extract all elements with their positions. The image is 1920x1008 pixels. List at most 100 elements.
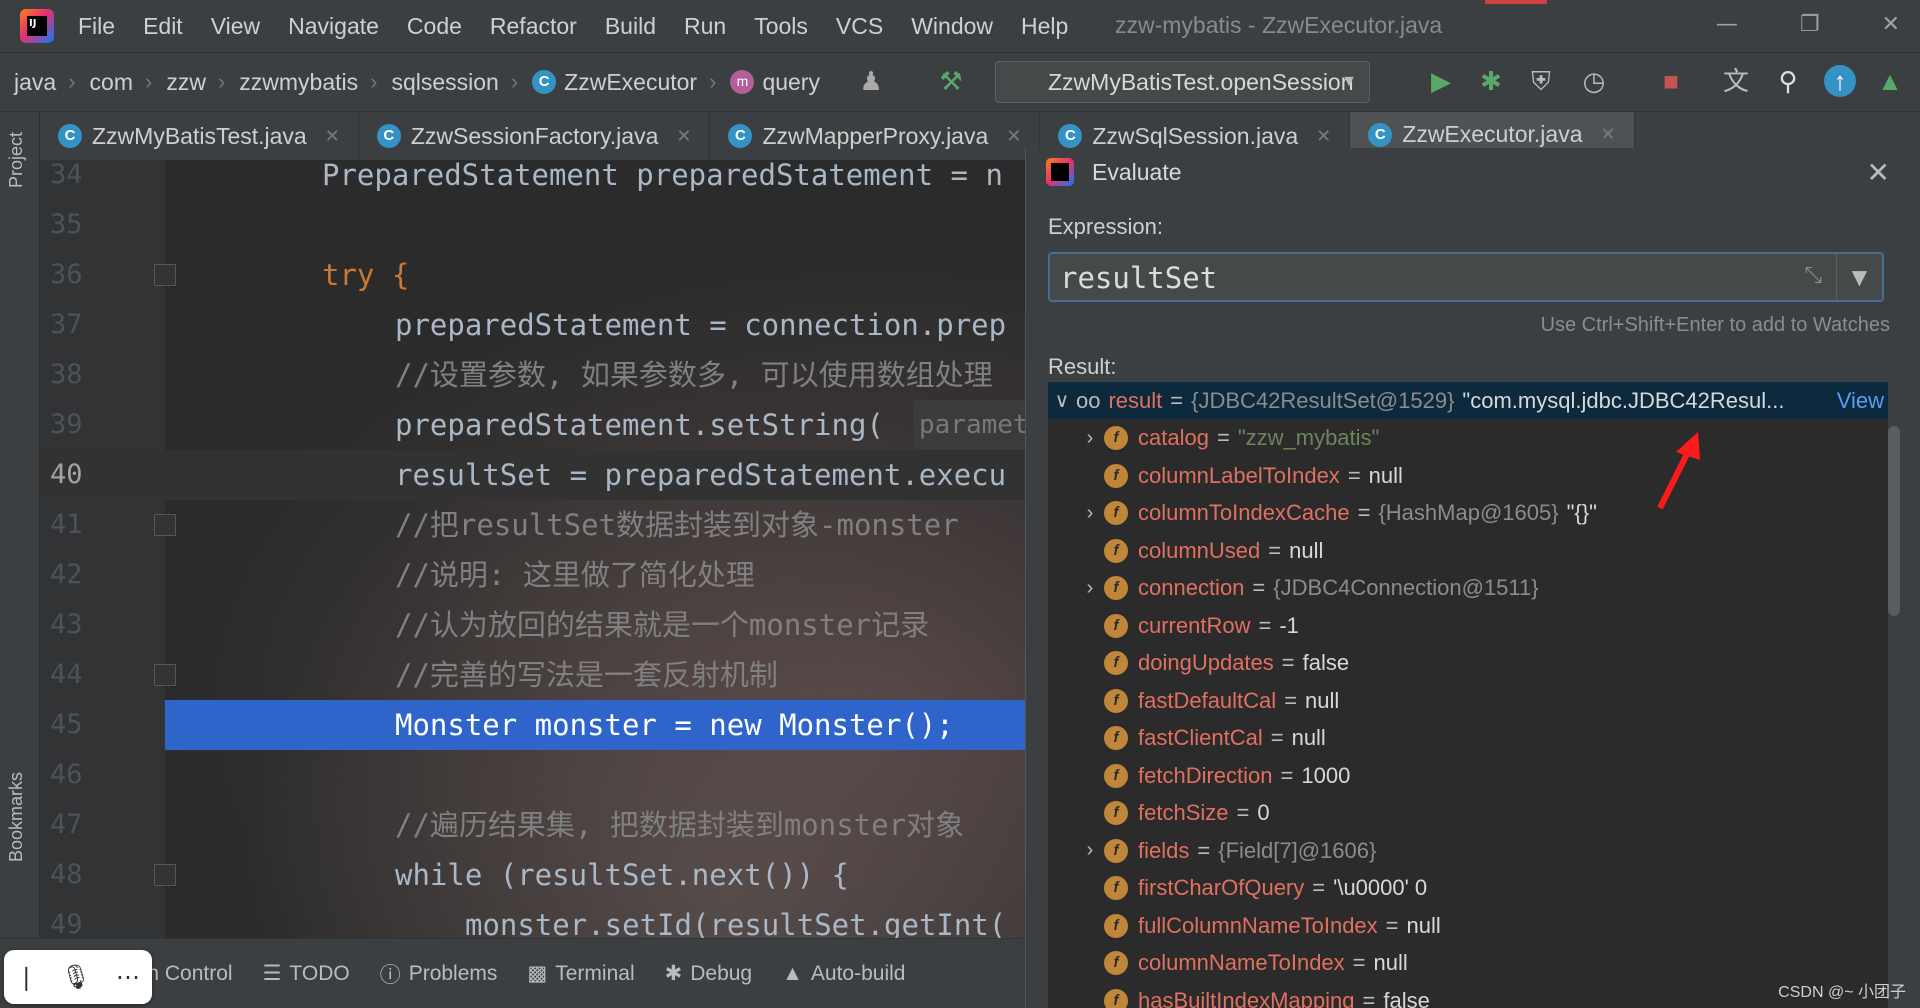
translate-icon[interactable]: 文: [1720, 65, 1752, 97]
tool-tab-terminal[interactable]: ▩ Terminal: [527, 961, 634, 986]
menu-navigate[interactable]: Navigate: [288, 13, 379, 40]
tool-tab-debug[interactable]: ✱ Debug: [665, 961, 753, 986]
tree-field-row[interactable]: f fastClientCal = null: [1048, 720, 1888, 757]
window-controls: — ❐ ✕: [1716, 12, 1900, 37]
expand-chevron-icon[interactable]: ›: [1076, 577, 1104, 600]
tree-field-row[interactable]: f fastDefaultCal = null: [1048, 682, 1888, 719]
breadcrumb-zzwmybatis[interactable]: zzwmybatis: [239, 69, 358, 96]
menu-vcs[interactable]: VCS: [836, 13, 883, 40]
breadcrumb-sqlsession[interactable]: sqlsession: [391, 69, 498, 96]
close-tab-icon[interactable]: ✕: [1316, 126, 1331, 147]
user-icon[interactable]: ♟: [855, 65, 887, 97]
stop-icon[interactable]: ■: [1655, 65, 1687, 97]
breadcrumb-class[interactable]: C ZzwExecutor: [532, 69, 697, 96]
field-icon: f: [1104, 538, 1128, 563]
update-icon[interactable]: ↑: [1824, 65, 1856, 97]
project-tool-tab[interactable]: Project: [6, 132, 27, 188]
tree-field-row[interactable]: f currentRow = -1: [1048, 607, 1888, 644]
tree-field-row[interactable]: › f columnToIndexCache = {HashMap@1605} "{}": [1048, 495, 1888, 532]
class-icon: C: [532, 70, 557, 94]
class-icon: C: [728, 124, 753, 148]
menu-build[interactable]: Build: [605, 13, 656, 40]
tree-field-row[interactable]: f columnLabelToIndex = null: [1048, 457, 1888, 494]
tree-field-row[interactable]: f fetchDirection = 1000: [1048, 757, 1888, 794]
microphone-icon[interactable]: 🎙: [61, 963, 91, 991]
drag-handle-icon[interactable]: ❘: [16, 963, 36, 991]
tree-field-row[interactable]: f hasBuiltIndexMapping = false: [1048, 982, 1888, 1008]
breadcrumb-method[interactable]: m query: [730, 69, 820, 96]
history-dropdown-icon[interactable]: ▼: [1836, 254, 1882, 300]
breadcrumb-com[interactable]: com: [90, 69, 133, 96]
bookmarks-tool-tab[interactable]: Bookmarks: [6, 772, 27, 862]
tool-tab-label: TODO: [289, 961, 350, 985]
code-line: 48 while (resultSet.next()) {: [40, 850, 1025, 900]
breadcrumb-zzw[interactable]: zzw: [166, 69, 206, 96]
menu-tools[interactable]: Tools: [754, 13, 808, 40]
menu-edit[interactable]: Edit: [143, 13, 183, 40]
tab-zzwmapperproxy[interactable]: C ZzwMapperProxy.java ✕: [710, 112, 1041, 160]
menu-help[interactable]: Help: [1021, 13, 1068, 40]
coverage-shield-icon[interactable]: ⛨: [1525, 65, 1557, 97]
tab-zzwmybatistest[interactable]: C ZzwMyBatisTest.java ✕: [40, 112, 359, 160]
code-comment: //认为放回的结果就是一个monster记录: [395, 608, 930, 642]
tree-field-row[interactable]: › f connection = {JDBC4Connection@1511}: [1048, 570, 1888, 607]
close-tab-icon[interactable]: ✕: [325, 126, 340, 147]
collapse-chevron-icon[interactable]: ∨: [1048, 388, 1076, 413]
tool-tab-todo[interactable]: ☰ TODO: [263, 961, 350, 986]
breadcrumb-java[interactable]: java: [14, 69, 56, 96]
plugin-icon[interactable]: ▲: [1874, 65, 1906, 97]
restore-icon[interactable]: ❐: [1800, 12, 1820, 37]
tree-field-row[interactable]: › f fields = {Field[7]@1606}: [1048, 832, 1888, 869]
result-tree[interactable]: ∨ oo result = {JDBC42ResultSet@1529} "co…: [1048, 382, 1888, 1008]
expression-input[interactable]: [1060, 258, 1760, 298]
tree-field-row[interactable]: f firstCharOfQuery = '\u0000' 0: [1048, 870, 1888, 907]
expand-icon[interactable]: ⤡: [1804, 263, 1822, 288]
tree-scrollbar[interactable]: [1888, 426, 1900, 616]
fold-marker-icon[interactable]: [154, 864, 176, 886]
tool-tab-auto-build[interactable]: ▲ Auto-build: [782, 962, 905, 986]
equals-sign: =: [1216, 425, 1230, 450]
profiler-icon[interactable]: ◷: [1578, 65, 1610, 97]
more-options-icon[interactable]: ⋯: [116, 963, 140, 991]
close-tab-icon[interactable]: ✕: [1601, 124, 1616, 145]
tree-field-row[interactable]: f columnNameToIndex = null: [1048, 945, 1888, 982]
breadcrumb-method-label: query: [762, 68, 820, 95]
tree-field-row[interactable]: › f catalog = "zzw_mybatis": [1048, 420, 1888, 457]
close-tab-icon[interactable]: ✕: [1006, 126, 1021, 147]
search-icon[interactable]: ⚲: [1772, 65, 1804, 97]
menu-run[interactable]: Run: [684, 13, 726, 40]
debug-bug-icon[interactable]: ✱: [1475, 65, 1507, 97]
code-line-execution-point: 45 Monster monster = new Monster();: [50, 700, 1025, 750]
menu-window[interactable]: Window: [911, 13, 993, 40]
expand-chevron-icon[interactable]: ›: [1076, 502, 1104, 525]
view-link[interactable]: View: [1837, 388, 1884, 414]
hammer-build-icon[interactable]: ⚒: [935, 65, 967, 97]
run-configuration-selector[interactable]: ZzwMyBatisTest.openSession ▼: [995, 61, 1370, 103]
close-dialog-icon[interactable]: ✕: [1867, 156, 1890, 189]
expand-chevron-icon[interactable]: ›: [1076, 839, 1104, 862]
tab-zzwsessionfactory[interactable]: C ZzwSessionFactory.java ✕: [359, 112, 711, 160]
tree-field-row[interactable]: f doingUpdates = false: [1048, 645, 1888, 682]
fold-marker-icon[interactable]: [154, 514, 176, 536]
menu-view[interactable]: View: [211, 13, 260, 40]
tool-tab-problems[interactable]: ⓘ Problems: [380, 959, 498, 989]
menu-code[interactable]: Code: [407, 13, 462, 40]
tree-field-row[interactable]: f fullColumnNameToIndex = null: [1048, 907, 1888, 944]
tree-root-row[interactable]: ∨ oo result = {JDBC42ResultSet@1529} "co…: [1048, 382, 1888, 419]
fold-marker-icon[interactable]: [154, 264, 176, 286]
minimize-icon[interactable]: —: [1716, 12, 1738, 37]
code-editor[interactable]: 34 PreparedStatement preparedStatement = …: [40, 160, 1025, 938]
expression-field[interactable]: ⤡ ▼: [1048, 252, 1884, 302]
close-tab-icon[interactable]: ✕: [676, 126, 691, 147]
tree-field-row[interactable]: f fetchSize = 0: [1048, 795, 1888, 832]
fold-marker-icon[interactable]: [154, 664, 176, 686]
close-window-icon[interactable]: ✕: [1882, 12, 1900, 37]
intellij-logo-icon[interactable]: IJ: [20, 9, 54, 43]
field-name: currentRow: [1138, 612, 1251, 638]
run-icon[interactable]: ▶: [1425, 65, 1457, 97]
field-name: fetchDirection: [1138, 762, 1273, 788]
menu-refactor[interactable]: Refactor: [490, 13, 577, 40]
tree-field-row[interactable]: f columnUsed = null: [1048, 532, 1888, 569]
menu-file[interactable]: File: [78, 13, 115, 40]
expand-chevron-icon[interactable]: ›: [1076, 427, 1104, 450]
